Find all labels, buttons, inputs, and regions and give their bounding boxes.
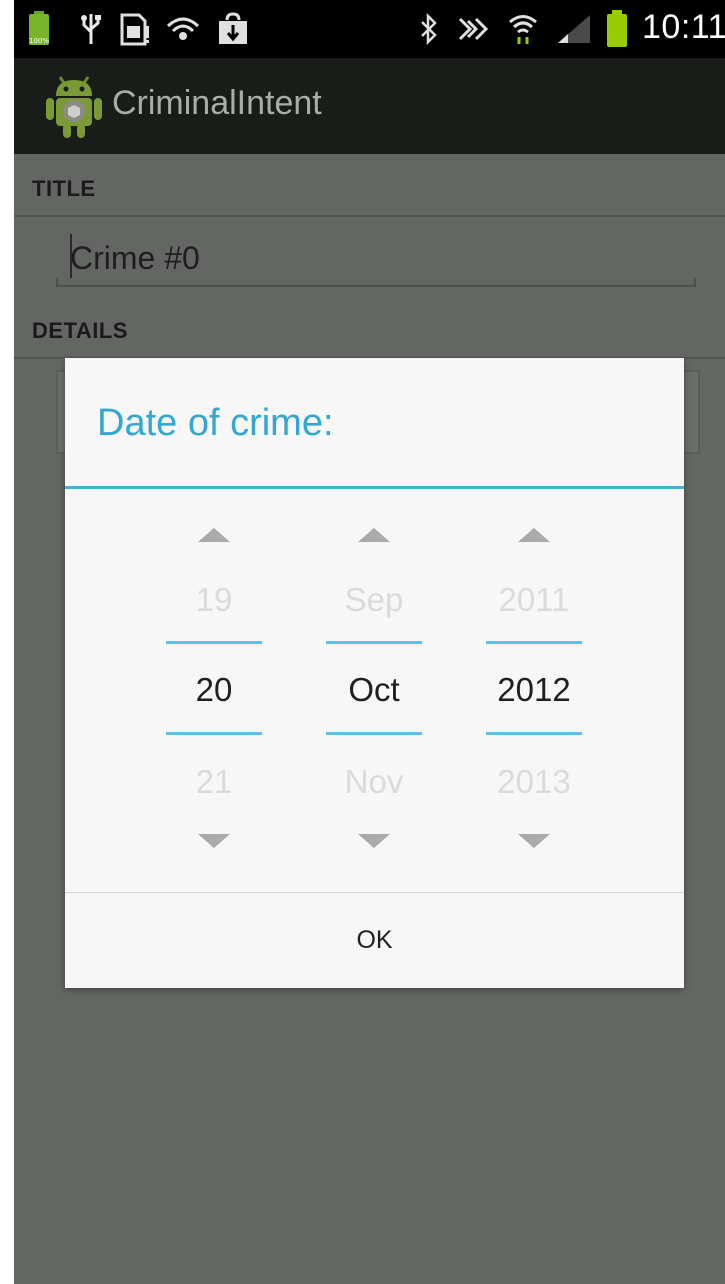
bluetooth-icon <box>414 0 444 58</box>
year-selection-top-line <box>486 641 582 644</box>
signal-icon <box>554 0 594 58</box>
underline-tick-left <box>56 278 58 287</box>
android-robot-icon[interactable] <box>44 72 104 140</box>
year-selection-bottom-line <box>486 732 582 735</box>
battery-percent-label: 100% <box>29 37 49 45</box>
title-section-divider <box>14 215 725 217</box>
year-prev-value[interactable]: 2011 <box>464 581 604 619</box>
underline-tick-right <box>694 278 696 287</box>
day-prev-value[interactable]: 19 <box>144 581 284 619</box>
arrow-up-icon <box>198 528 230 542</box>
day-decrement-button[interactable] <box>184 821 244 861</box>
details-section-header: DETAILS <box>32 318 128 343</box>
year-next-value[interactable]: 2013 <box>464 763 604 801</box>
sd-card-icon <box>118 0 152 58</box>
arrow-down-icon <box>518 834 550 848</box>
year-current-value[interactable]: 2012 <box>464 671 604 709</box>
day-selection-top-line <box>166 641 262 644</box>
nfc-icon <box>454 0 494 58</box>
usb-icon <box>76 0 106 58</box>
day-increment-button[interactable] <box>184 515 244 555</box>
day-selection-bottom-line <box>166 732 262 735</box>
year-increment-button[interactable] <box>504 515 564 555</box>
arrow-down-icon <box>198 834 230 848</box>
month-decrement-button[interactable] <box>344 821 404 861</box>
ok-button[interactable]: OK <box>65 893 684 988</box>
month-spinner[interactable]: Sep Oct Nov <box>304 489 444 869</box>
year-spinner[interactable]: 2011 2012 2013 <box>464 489 604 869</box>
screen-edge <box>0 0 14 1284</box>
month-selection-bottom-line <box>326 732 422 735</box>
wifi-icon <box>506 0 540 58</box>
month-current-value[interactable]: Oct <box>304 671 444 709</box>
crime-title-input[interactable]: Crime #0 <box>70 240 200 277</box>
month-increment-button[interactable] <box>344 515 404 555</box>
title-input-underline <box>56 285 696 287</box>
year-decrement-button[interactable] <box>504 821 564 861</box>
date-picker-dialog: Date of crime: 19 20 21 Sep Oct Nov 2011… <box>65 358 684 988</box>
day-spinner[interactable]: 19 20 21 <box>144 489 284 869</box>
wifi-sync-icon <box>164 0 202 58</box>
month-prev-value[interactable]: Sep <box>304 581 444 619</box>
day-current-value[interactable]: 20 <box>144 671 284 709</box>
title-section-header: TITLE <box>32 176 96 201</box>
battery-full-icon: 100% <box>24 0 54 58</box>
day-next-value[interactable]: 21 <box>144 763 284 801</box>
phone-screen: 100% 10:11 CriminalIntent TITLE Crime #0… <box>0 0 725 1284</box>
app-title: CriminalIntent <box>112 84 322 122</box>
arrow-up-icon <box>358 528 390 542</box>
dialog-title: Date of crime: <box>97 402 334 444</box>
battery-icon <box>602 0 632 58</box>
status-bar: 100% 10:11 <box>14 0 725 58</box>
month-selection-top-line <box>326 641 422 644</box>
arrow-up-icon <box>518 528 550 542</box>
download-icon <box>214 0 252 58</box>
action-bar: CriminalIntent <box>14 58 725 154</box>
status-time: 10:11 <box>642 8 725 46</box>
month-next-value[interactable]: Nov <box>304 763 444 801</box>
arrow-down-icon <box>358 834 390 848</box>
